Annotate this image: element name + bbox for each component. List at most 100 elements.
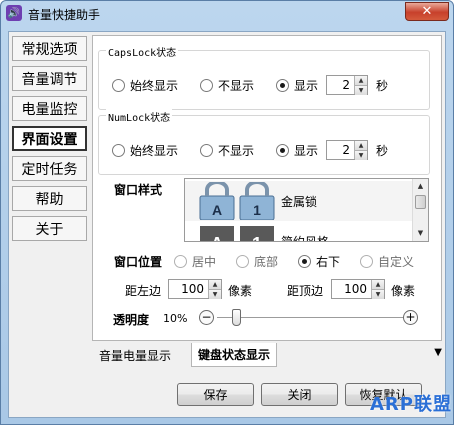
tab-keyboard-status-display[interactable]: 键盘状态显示 xyxy=(191,343,278,367)
stepper-down-icon[interactable]: ▼ xyxy=(209,289,221,299)
numlock-seconds-stepper[interactable]: 2 ▲ ▼ xyxy=(326,140,369,160)
sidebar-item-label: 关于 xyxy=(35,221,64,238)
button-label: 关闭 xyxy=(287,388,312,402)
radio-label: 自定义 xyxy=(378,255,415,269)
capslock-hide-radio[interactable]: 不显示 xyxy=(200,77,254,94)
capslock-show-radio[interactable]: 显示 xyxy=(276,77,318,94)
sidebar-item-schedule[interactable]: 定时任务 xyxy=(12,156,87,181)
display-tabs: 音量电量显示 键盘状态显示 ▼ xyxy=(93,341,445,368)
sidebar-item-volume[interactable]: 音量调节 xyxy=(12,66,87,91)
numlock-show-radio[interactable]: 显示 xyxy=(276,142,318,159)
stepper-down-icon[interactable]: ▼ xyxy=(355,150,368,160)
sidebar-item-general[interactable]: 常规选项 xyxy=(12,36,87,61)
radio-label: 显示 xyxy=(294,78,319,93)
sidebar-item-label: 电量监控 xyxy=(21,101,78,118)
radio-dot xyxy=(174,255,187,268)
chevron-down-icon[interactable]: ▼ xyxy=(434,347,442,358)
stepper-down-icon[interactable]: ▼ xyxy=(372,289,384,299)
simple-style-icon: A 1 xyxy=(200,226,274,242)
capslock-group-title: CapsLock状态 xyxy=(106,44,179,59)
left-offset-label: 距左边 xyxy=(125,284,162,298)
position-bottom-radio[interactable]: 底部 xyxy=(236,253,278,270)
transparency-value: 10% xyxy=(163,312,188,325)
sidebar: 常规选项 音量调节 电量监控 界面设置 定时任务 帮助 关于 xyxy=(12,36,87,246)
radio-label: 不显示 xyxy=(218,78,255,93)
sidebar-item-help[interactable]: 帮助 xyxy=(12,186,87,211)
stepper-value: 2 xyxy=(342,143,351,157)
sidebar-item-battery[interactable]: 电量监控 xyxy=(12,96,87,121)
radio-dot xyxy=(276,78,290,92)
window-position-label: 窗口位置 xyxy=(114,255,163,269)
transparency-minus-button[interactable]: − xyxy=(199,310,214,325)
numlock-hide-radio[interactable]: 不显示 xyxy=(200,142,254,159)
sidebar-item-label: 常规选项 xyxy=(21,41,78,58)
radio-dot xyxy=(112,143,125,157)
left-offset-stepper[interactable]: 100 ▲ ▼ xyxy=(168,279,222,299)
scroll-down-icon[interactable]: ▼ xyxy=(413,226,428,241)
radio-label: 始终显示 xyxy=(130,143,179,158)
tab-label: 键盘状态显示 xyxy=(198,348,271,362)
position-custom-radio[interactable]: 自定义 xyxy=(360,253,414,270)
radio-label: 始终显示 xyxy=(130,78,179,93)
radio-label: 显示 xyxy=(294,143,319,158)
window-style-list[interactable]: A 1 金属锁 A 1 简约风格 ▲ ▼ xyxy=(184,178,429,242)
numlock-seconds-unit: 秒 xyxy=(376,143,389,158)
svg-text:1: 1 xyxy=(253,202,261,218)
list-item-simple-style[interactable]: A 1 简约风格 xyxy=(185,223,413,242)
numlock-options: 始终显示 不显示 显示 2 ▲ ▼ 秒 xyxy=(112,140,388,160)
radio-dot xyxy=(200,78,214,92)
position-bottom-right-radio[interactable]: 右下 xyxy=(298,253,340,270)
tab-volume-battery-display[interactable]: 音量电量显示 xyxy=(93,343,177,367)
metal-lock-icon: A 1 xyxy=(199,182,275,220)
transparency-label: 透明度 xyxy=(113,313,150,327)
plus-icon: + xyxy=(405,310,416,324)
radio-label: 右下 xyxy=(316,255,341,269)
transparency-plus-button[interactable]: + xyxy=(403,310,418,325)
radio-dot xyxy=(276,143,290,157)
close-window-button[interactable]: ✕ xyxy=(405,2,449,21)
svg-text:1: 1 xyxy=(252,234,262,242)
stepper-up-icon[interactable]: ▲ xyxy=(355,76,368,85)
stepper-up-icon[interactable]: ▲ xyxy=(355,141,368,150)
transparency-slider-track[interactable] xyxy=(217,317,405,321)
style-list-scrollbar[interactable]: ▲ ▼ xyxy=(412,179,428,241)
radio-dot xyxy=(360,255,374,268)
capslock-seconds-unit: 秒 xyxy=(376,78,389,93)
stepper-value: 100 xyxy=(344,282,367,296)
sidebar-item-label: 界面设置 xyxy=(21,131,78,148)
capslock-always-radio[interactable]: 始终显示 xyxy=(112,77,178,94)
scroll-thumb[interactable] xyxy=(415,195,426,209)
transparency-slider-thumb[interactable] xyxy=(231,309,241,326)
minus-icon: − xyxy=(201,310,212,324)
numlock-always-radio[interactable]: 始终显示 xyxy=(112,142,178,159)
stepper-up-icon[interactable]: ▲ xyxy=(209,280,221,289)
client-area: 常规选项 音量调节 电量监控 界面设置 定时任务 帮助 关于 CapsLock状… xyxy=(8,31,446,418)
scroll-up-icon[interactable]: ▲ xyxy=(413,179,428,194)
main-window: 🔊 音量快捷助手 ✕ 常规选项 音量调节 电量监控 界面设置 定时任务 帮助 关… xyxy=(0,0,454,425)
window-title: 音量快捷助手 xyxy=(28,8,101,22)
stepper-value: 2 xyxy=(342,78,351,92)
button-label: 保存 xyxy=(203,388,228,402)
position-center-radio[interactable]: 居中 xyxy=(174,253,216,270)
left-offset-unit: 像素 xyxy=(228,284,253,298)
top-offset-stepper[interactable]: 100 ▲ ▼ xyxy=(331,279,385,299)
sidebar-item-label: 音量调节 xyxy=(21,71,78,88)
title-bar[interactable]: 🔊 音量快捷助手 ✕ xyxy=(1,1,453,27)
svg-text:A: A xyxy=(212,202,222,218)
sidebar-item-about[interactable]: 关于 xyxy=(12,216,87,241)
sidebar-item-label: 帮助 xyxy=(35,191,64,208)
save-button[interactable]: 保存 xyxy=(177,383,254,406)
close-icon: ✕ xyxy=(421,4,433,19)
capslock-seconds-stepper[interactable]: 2 ▲ ▼ xyxy=(326,75,369,95)
sidebar-item-label: 定时任务 xyxy=(21,161,78,178)
close-button[interactable]: 关闭 xyxy=(261,383,338,406)
numlock-group-title: NumLock状态 xyxy=(106,109,173,124)
speaker-icon: 🔊 xyxy=(6,5,22,21)
stepper-up-icon[interactable]: ▲ xyxy=(372,280,384,289)
stepper-down-icon[interactable]: ▼ xyxy=(355,85,368,95)
numlock-group: NumLock状态 始终显示 不显示 显示 2 ▲ ▼ 秒 xyxy=(98,109,430,175)
window-position-options: 居中 底部 右下 自定义 xyxy=(174,253,414,270)
sidebar-item-interface[interactable]: 界面设置 xyxy=(12,126,87,151)
list-item-metal-lock[interactable]: A 1 金属锁 xyxy=(185,181,413,221)
radio-dot xyxy=(236,255,250,268)
